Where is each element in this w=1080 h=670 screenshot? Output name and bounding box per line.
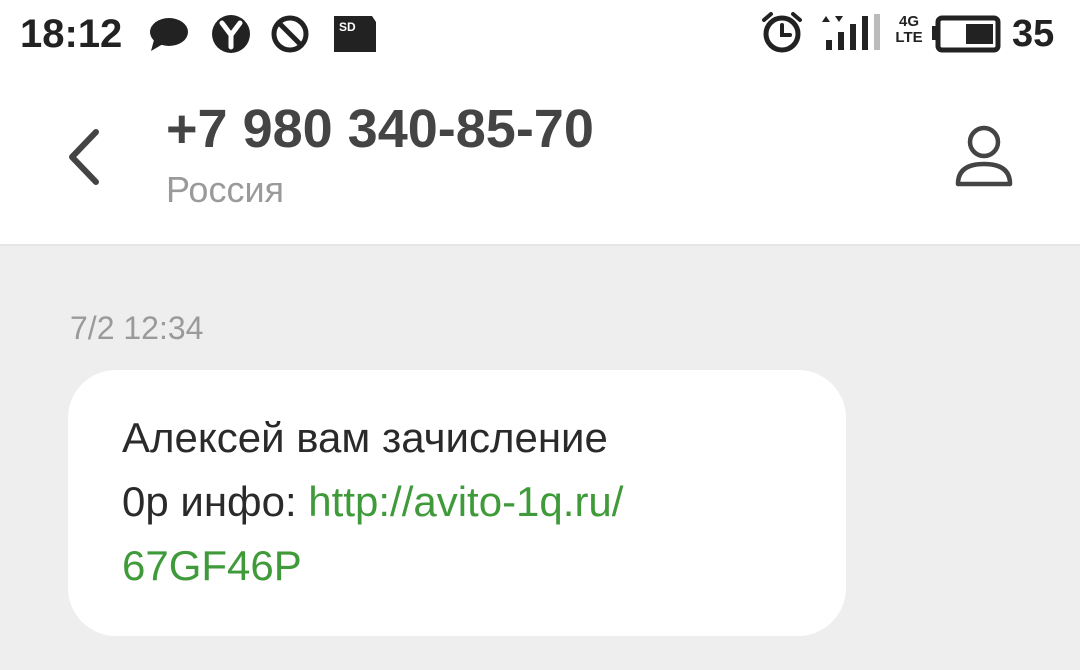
- back-button[interactable]: [56, 122, 116, 192]
- sd-label: SD: [339, 20, 356, 34]
- do-not-disturb-icon: [271, 15, 309, 53]
- person-icon: [955, 125, 1013, 187]
- message-timestamp: 7/2 12:34: [70, 310, 204, 346]
- message-link-part2[interactable]: 67GF46P: [122, 542, 302, 589]
- status-bar: 18:12 SD 4G LTE 35: [0, 0, 1080, 70]
- chat-bubble-icon: [150, 18, 188, 51]
- battery-percent: 35: [1012, 13, 1055, 55]
- contact-country: Россия: [166, 169, 285, 210]
- sd-card-icon: SD: [334, 16, 376, 52]
- status-time: 18:12: [20, 12, 123, 56]
- signal-strength-icon: [822, 14, 880, 50]
- network-type: 4G LTE: [894, 14, 924, 46]
- yandex-icon: [212, 15, 250, 53]
- message-prefix: 0р инфо:: [122, 478, 309, 525]
- alarm-clock-icon: [762, 12, 802, 53]
- battery-icon: [932, 15, 1001, 53]
- message-link-part1[interactable]: http://avito-1q.ru/: [308, 478, 623, 525]
- conversation-header: +7 980 340-85-70 Россия: [0, 70, 1080, 246]
- chevron-left-icon: [69, 129, 99, 185]
- contact-number: +7 980 340-85-70: [166, 99, 594, 159]
- network-type-lte: LTE: [895, 29, 923, 46]
- message-line-1: Алексей вам зачисление: [122, 414, 608, 461]
- message-text: Алексей вам зачисление 0р инфо: http://a…: [122, 406, 802, 598]
- contact-details-button[interactable]: [948, 120, 1020, 192]
- network-type-4g: 4G: [898, 13, 919, 30]
- message-bubble[interactable]: Алексей вам зачисление 0р инфо: http://a…: [68, 370, 846, 636]
- message-list[interactable]: 7/2 12:34 Алексей вам зачисление 0р инфо…: [0, 246, 1080, 670]
